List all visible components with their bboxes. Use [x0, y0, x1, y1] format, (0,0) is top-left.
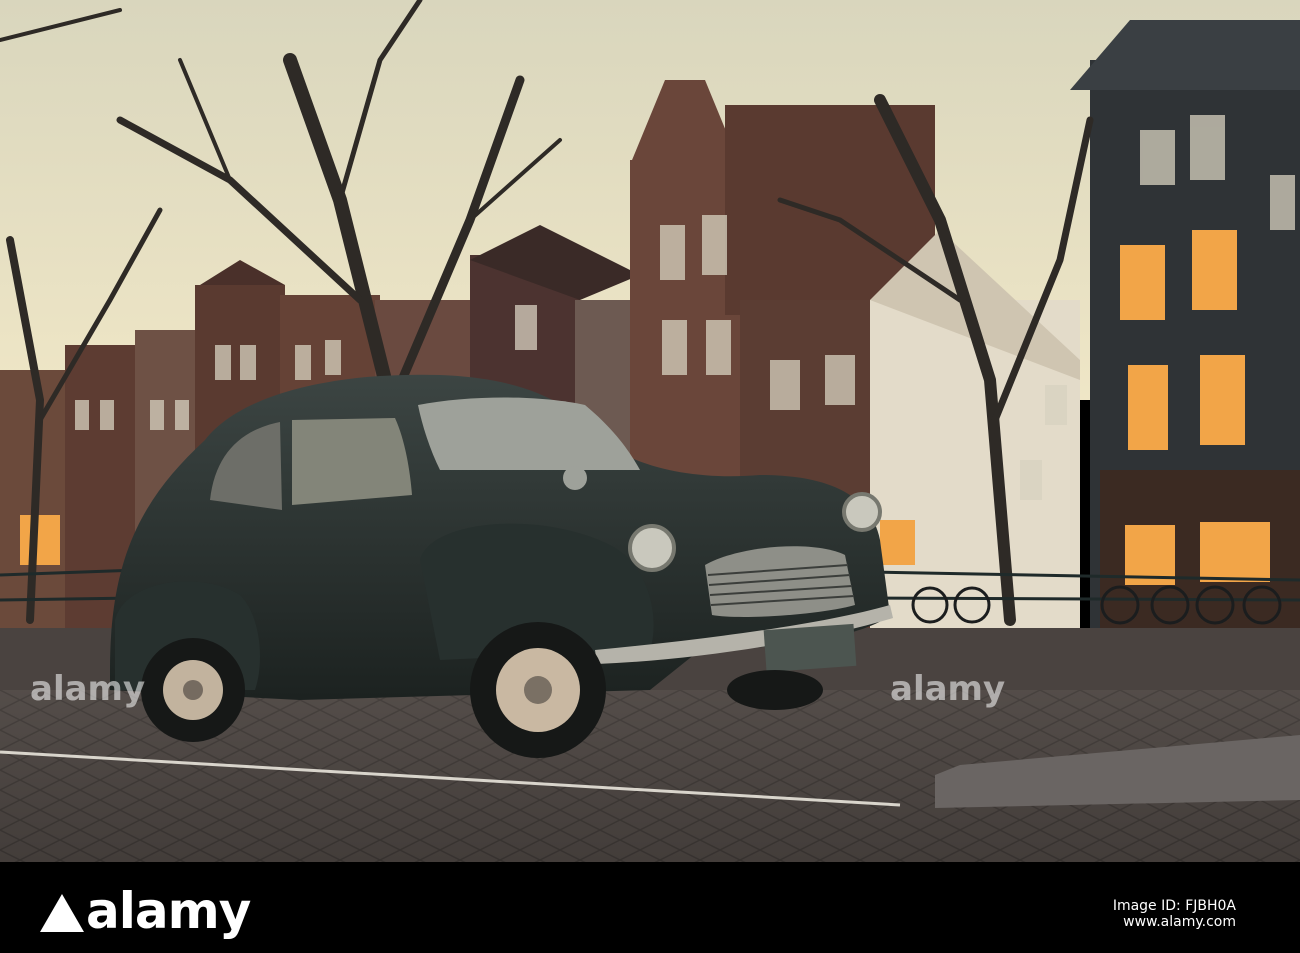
- svg-text:alamy: alamy: [890, 669, 1005, 709]
- alamy-logo: alamy: [40, 882, 251, 940]
- photograph: alamy alamy: [0, 0, 1300, 862]
- image-id-text: Image ID: FJBH0A: [1112, 898, 1236, 914]
- site-url-text: www.alamy.com: [1123, 914, 1236, 930]
- stock-footer: alamy Image ID: FJBH0A www.alamy.com: [0, 862, 1300, 953]
- svg-text:alamy: alamy: [30, 669, 145, 709]
- alamy-triangle-icon: [40, 894, 84, 932]
- brand-name: alamy: [86, 882, 251, 940]
